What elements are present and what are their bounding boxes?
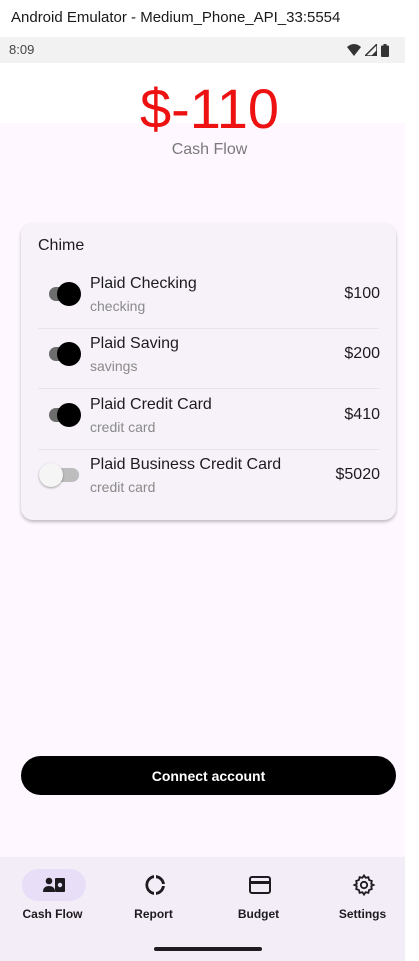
budget-icon — [249, 876, 271, 894]
toggle-knob — [57, 403, 81, 427]
nav-label: Cash Flow — [22, 907, 83, 921]
status-icons — [347, 43, 389, 57]
account-row: Plaid Business Credit Card credit card $… — [21, 450, 396, 510]
nav-item-cash-flow[interactable]: Cash Flow — [2, 857, 103, 937]
emulator-side-strip — [405, 37, 419, 961]
account-toggle[interactable] — [49, 282, 81, 306]
bottom-navigation: Cash Flow Report Budget Settings — [0, 857, 405, 937]
account-name: Plaid Business Credit Card — [90, 456, 282, 473]
account-name: Plaid Checking — [90, 275, 197, 292]
settings-icon — [352, 873, 376, 897]
toggle-knob — [39, 463, 63, 487]
divider — [38, 388, 379, 389]
wifi-icon — [347, 44, 361, 56]
gesture-handle[interactable] — [154, 947, 262, 951]
account-toggle[interactable] — [49, 342, 81, 366]
account-type: checking — [90, 298, 146, 314]
account-type: credit card — [90, 419, 156, 435]
account-toggle[interactable] — [49, 403, 81, 427]
nav-label: Settings — [338, 907, 387, 921]
nav-item-report[interactable]: Report — [103, 857, 204, 937]
cash-flow-amount: $-110 — [139, 77, 280, 140]
status-bar: 8:09 — [0, 37, 405, 63]
toggle-knob — [57, 282, 81, 306]
nav-item-settings[interactable]: Settings — [312, 857, 413, 937]
account-row: Plaid Saving savings $200 — [21, 329, 396, 389]
account-name: Plaid Credit Card — [90, 396, 212, 413]
cash-flow-label: Cash Flow — [171, 141, 248, 158]
account-row: Plaid Credit Card credit card $410 — [21, 390, 396, 450]
battery-icon — [381, 43, 389, 57]
account-toggle[interactable] — [39, 463, 79, 487]
account-amount: $5020 — [335, 466, 381, 483]
institution-card: Chime Plaid Checking checking $100 Plaid… — [21, 223, 396, 520]
account-amount: $200 — [344, 345, 380, 362]
institution-name: Chime — [38, 237, 85, 254]
connect-account-button[interactable]: Connect account — [21, 756, 396, 795]
cash-flow-icon — [43, 877, 65, 892]
nav-label: Budget — [237, 907, 280, 921]
emulator-titlebar: Android Emulator - Medium_Phone_API_33:5… — [0, 0, 419, 37]
account-amount: $100 — [344, 285, 380, 302]
account-type: credit card — [90, 479, 156, 495]
account-type: savings — [90, 358, 138, 374]
toggle-knob — [57, 342, 81, 366]
nav-label: Report — [134, 907, 173, 921]
account-name: Plaid Saving — [90, 335, 179, 352]
window-title: Android Emulator - Medium_Phone_API_33:5… — [11, 9, 341, 26]
nav-item-budget[interactable]: Budget — [208, 857, 309, 937]
status-time: 8:09 — [9, 42, 35, 57]
account-amount: $410 — [344, 406, 380, 423]
report-icon — [145, 875, 165, 895]
gesture-area — [0, 937, 405, 961]
account-row: Plaid Checking checking $100 — [21, 269, 396, 329]
signal-icon — [365, 44, 377, 56]
